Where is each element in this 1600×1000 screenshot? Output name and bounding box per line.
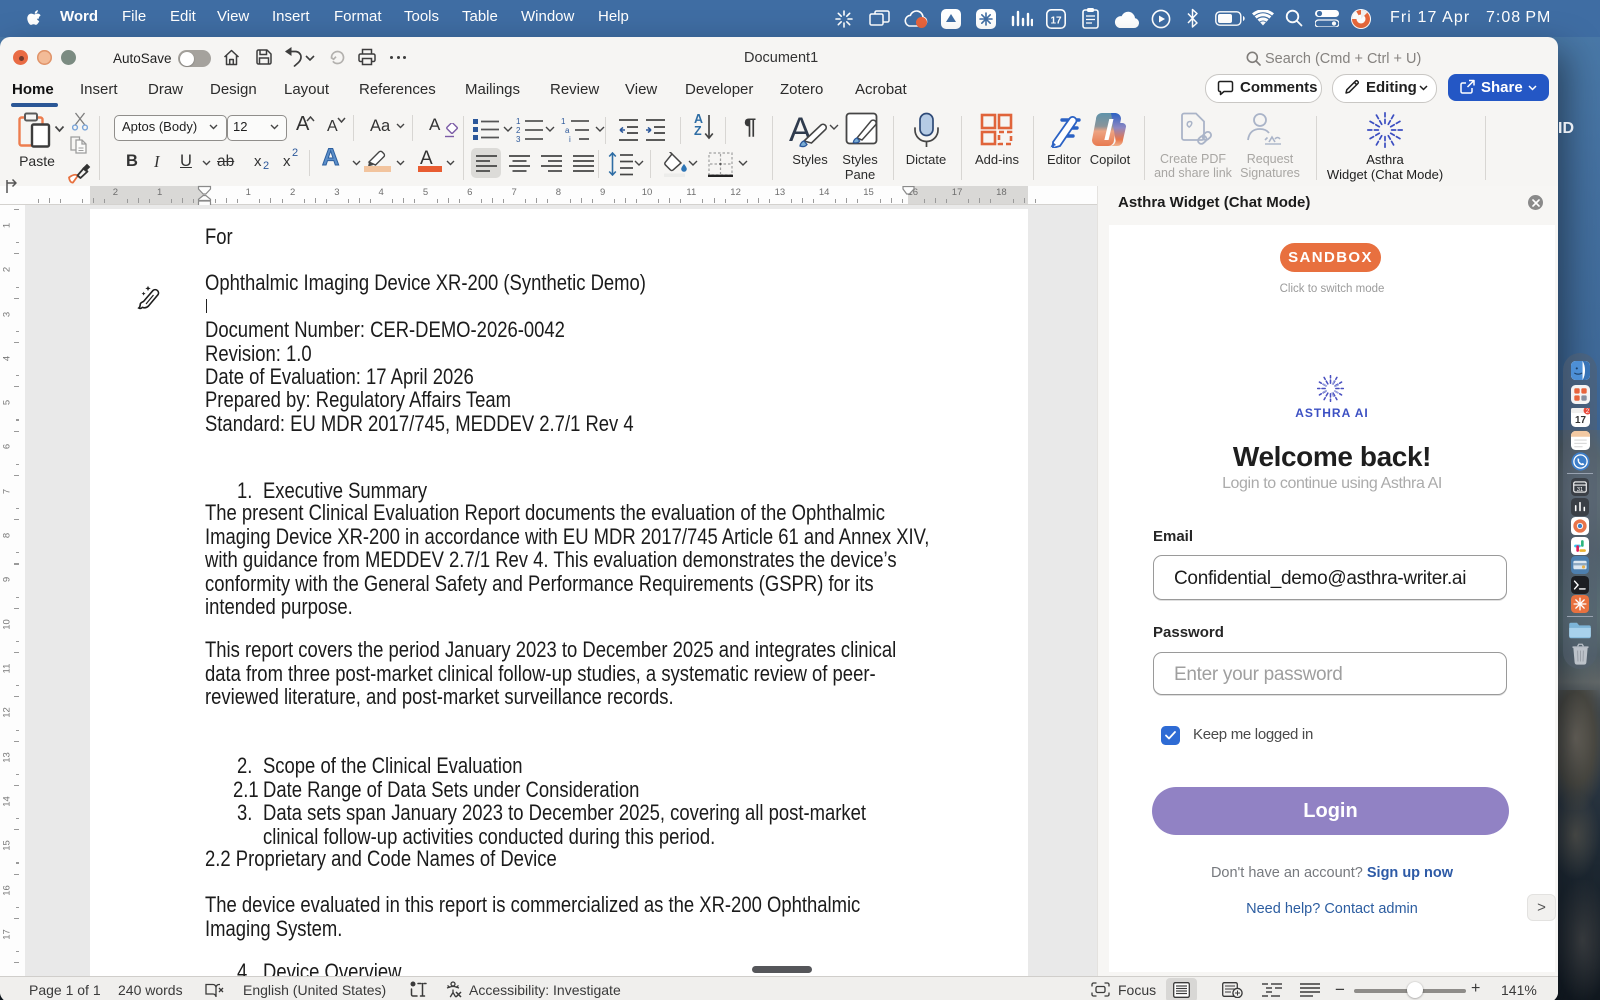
svg-text:17: 17 <box>1574 415 1586 426</box>
svg-text:2: 2 <box>1585 408 1589 415</box>
svg-text:i: i <box>569 135 571 142</box>
svg-text:1: 1 <box>561 117 566 126</box>
svg-text:17: 17 <box>1050 16 1062 27</box>
svg-text:31: 31 <box>1577 487 1584 493</box>
svg-text:1: 1 <box>516 117 521 126</box>
svg-text:2: 2 <box>516 126 521 135</box>
svg-text:3: 3 <box>516 135 521 142</box>
svg-text:a: a <box>565 126 570 135</box>
